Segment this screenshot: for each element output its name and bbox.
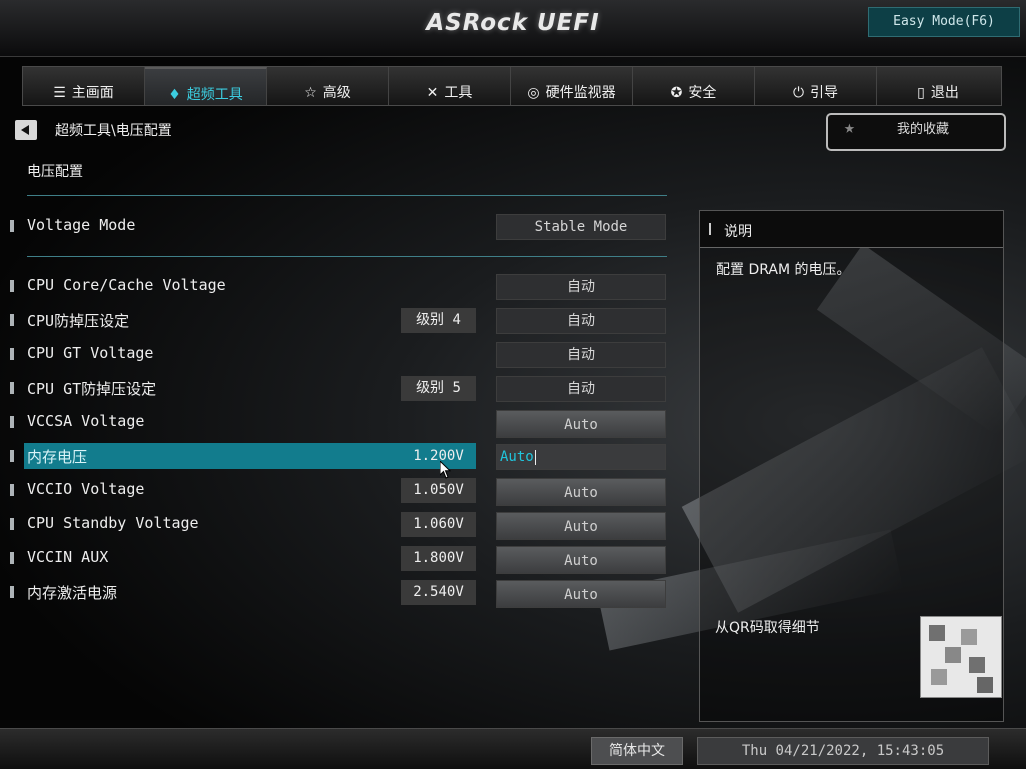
tab-label: 安全: [688, 85, 717, 101]
current-value: 2.540V: [401, 580, 476, 605]
setting-option[interactable]: Auto: [496, 580, 666, 608]
option-text: Auto: [500, 449, 534, 465]
tab-label: 主画面: [71, 85, 114, 101]
current-value: 级别 4: [401, 308, 476, 333]
setting-option[interactable]: Auto: [496, 478, 666, 506]
setting-row[interactable]: CPU防掉压设定 级别 4 自动: [10, 307, 670, 334]
footer-bar: 简体中文 Thu 04/21/2022, 15:43:05: [0, 728, 1026, 769]
description-header: 说明: [700, 211, 1003, 248]
setting-label: CPU防掉压设定: [27, 312, 130, 330]
tab-hw-monitor[interactable]: ◎ 硬件监视器: [511, 67, 633, 105]
star-icon: ☆: [304, 85, 317, 101]
favorites-label: 我的收藏: [896, 122, 949, 137]
setting-option[interactable]: Auto: [496, 410, 666, 438]
setting-label: 内存电压: [27, 448, 88, 466]
setting-label: 内存激活电源: [27, 584, 118, 602]
setting-label: CPU GT防掉压设定: [27, 380, 157, 398]
datetime-display: Thu 04/21/2022, 15:43:05: [697, 737, 989, 765]
setting-option[interactable]: Auto: [496, 546, 666, 574]
bios-screen: ASRock UEFI Easy Mode(F6) ☰ 主画面 ♦ 超频工具 ☆ 高级…: [0, 0, 1026, 769]
tab-security[interactable]: ✪ 安全: [633, 67, 755, 105]
row-marker: [10, 348, 14, 360]
setting-row[interactable]: CPU Standby Voltage 1.060V Auto: [10, 511, 670, 540]
tab-label: 超频工具: [186, 87, 243, 103]
top-header: ASRock UEFI Easy Mode(F6): [0, 0, 1026, 57]
my-favorites-button[interactable]: ★ 我的收藏: [826, 113, 1006, 151]
description-panel: 说明 配置 DRAM 的电压。 从QR码取得细节: [699, 210, 1004, 722]
setting-row[interactable]: CPU GT防掉压设定 级别 5 自动: [10, 375, 670, 402]
divider: [27, 195, 667, 196]
current-value: 1.800V: [401, 546, 476, 571]
shield-icon: ✪: [670, 85, 683, 101]
back-button[interactable]: [15, 120, 37, 140]
row-marker: [10, 280, 14, 292]
description-title: 说明: [724, 224, 752, 240]
setting-label: CPU GT Voltage: [27, 344, 154, 362]
description-text: 配置 DRAM 的电压。: [716, 262, 851, 278]
setting-option[interactable]: Auto: [496, 512, 666, 540]
row-marker: [10, 416, 14, 428]
setting-option-editing[interactable]: Auto: [496, 444, 666, 470]
list-icon: ☰: [53, 85, 66, 101]
text-caret: [534, 449, 536, 465]
tab-label: 引导: [810, 85, 839, 101]
tab-label: 硬件监视器: [545, 85, 616, 101]
tab-label: 工具: [444, 85, 473, 101]
row-marker: [10, 314, 14, 326]
qr-label: 从QR码取得细节: [715, 620, 820, 636]
breadcrumb: 超频工具\电压配置: [55, 123, 172, 139]
setting-row[interactable]: VCCIN AUX 1.800V Auto: [10, 545, 670, 574]
setting-row-voltage-mode[interactable]: Voltage Mode Stable Mode: [10, 213, 670, 240]
row-marker: [10, 518, 14, 530]
setting-label: VCCIN AUX: [27, 548, 109, 566]
flame-icon: ♦: [168, 87, 181, 103]
easy-mode-button[interactable]: Easy Mode(F6): [868, 7, 1020, 37]
voltage-mode-option[interactable]: Stable Mode: [496, 214, 666, 240]
setting-row[interactable]: VCCSA Voltage Auto: [10, 409, 670, 438]
row-marker: [10, 484, 14, 496]
setting-label: CPU Core/Cache Voltage: [27, 276, 226, 294]
setting-label: VCCSA Voltage: [27, 412, 145, 430]
monitor-icon: ◎: [527, 85, 540, 101]
tab-oc-tweaker[interactable]: ♦ 超频工具: [145, 67, 267, 105]
exit-icon: ▯: [917, 85, 925, 101]
tab-tool[interactable]: ✕ 工具: [389, 67, 511, 105]
row-marker: [10, 382, 14, 394]
setting-row[interactable]: VCCIO Voltage 1.050V Auto: [10, 477, 670, 506]
power-icon: ⏻: [792, 85, 805, 101]
current-value: 1.060V: [401, 512, 476, 537]
current-value: 1.050V: [401, 478, 476, 503]
setting-label: CPU Standby Voltage: [27, 514, 199, 532]
setting-option[interactable]: 自动: [496, 342, 666, 368]
row-marker: [10, 450, 14, 462]
tab-label: 高级: [322, 85, 351, 101]
current-value: 级别 5: [401, 376, 476, 401]
main-tab-bar: ☰ 主画面 ♦ 超频工具 ☆ 高级 ✕ 工具 ◎ 硬件监视器 ✪ 安全 ⏻ 引导 ▯ 退出: [22, 66, 1002, 106]
tools-icon: ✕: [426, 85, 439, 101]
setting-row[interactable]: 内存激活电源 2.540V Auto: [10, 579, 670, 608]
language-button[interactable]: 简体中文: [591, 737, 683, 765]
setting-option[interactable]: 自动: [496, 376, 666, 402]
divider: [27, 256, 667, 257]
tab-boot[interactable]: ⏻ 引导: [755, 67, 877, 105]
header-marker: [709, 223, 711, 235]
tab-label: 退出: [930, 85, 959, 101]
setting-row[interactable]: CPU GT Voltage 自动: [10, 341, 670, 368]
setting-row[interactable]: CPU Core/Cache Voltage 自动: [10, 273, 670, 300]
row-marker: [10, 220, 14, 232]
page-title: 电压配置: [27, 164, 83, 180]
setting-option[interactable]: 自动: [496, 274, 666, 300]
setting-label: VCCIO Voltage: [27, 480, 145, 498]
row-marker: [10, 552, 14, 564]
current-value: 1.200V: [413, 448, 464, 464]
mouse-pointer-icon: [440, 461, 452, 479]
tab-main[interactable]: ☰ 主画面: [23, 67, 145, 105]
qr-code[interactable]: [920, 616, 1002, 698]
tab-exit[interactable]: ▯ 退出: [877, 67, 999, 105]
setting-row-selected[interactable]: 内存电压 1.200V Auto: [10, 443, 670, 470]
setting-option[interactable]: 自动: [496, 308, 666, 334]
row-marker: [10, 586, 14, 598]
setting-label: Voltage Mode: [27, 216, 136, 234]
tab-advanced[interactable]: ☆ 高级: [267, 67, 389, 105]
